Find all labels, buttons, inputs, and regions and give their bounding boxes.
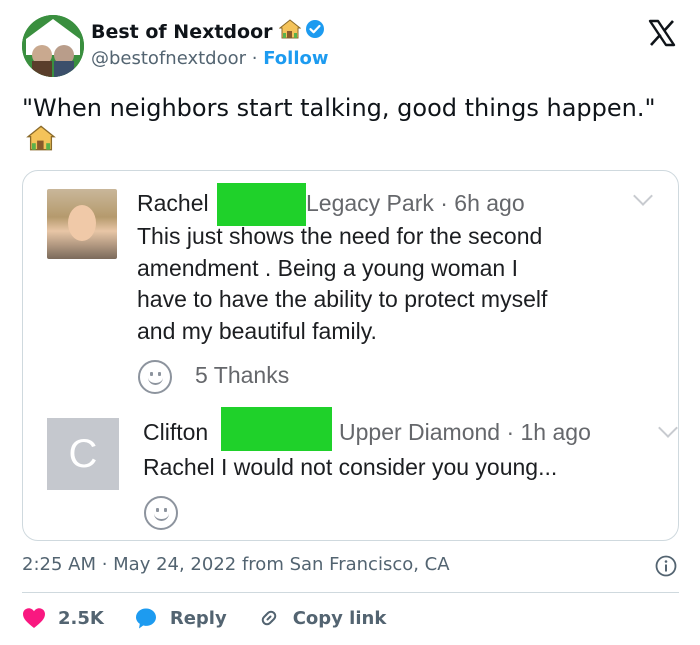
- copy-link-label: Copy link: [292, 607, 387, 629]
- action-bar: 2.5K Reply Copy link: [22, 605, 416, 631]
- comment1-author: Rachel: [137, 190, 209, 216]
- reply-button[interactable]: Reply: [134, 606, 227, 630]
- x-logo-icon[interactable]: [647, 18, 677, 48]
- comment1-thanks: 5 Thanks: [195, 362, 290, 388]
- author-name-row: Best of Nextdoor: [91, 19, 325, 44]
- rachel-avatar: [47, 189, 117, 259]
- info-icon[interactable]: [655, 555, 677, 577]
- redaction-block: [217, 183, 306, 226]
- redaction-block: [221, 407, 332, 451]
- comment1-line: have to have the ability to protect myse…: [137, 286, 548, 312]
- chevron-down-icon: [633, 186, 653, 206]
- house-emoji-icon: [26, 125, 56, 159]
- author-avatar[interactable]: [22, 15, 84, 77]
- comment1-line: and my beautiful family.: [137, 317, 377, 344]
- comment1-line: amendment . Being a young woman I: [137, 254, 519, 281]
- author-handle[interactable]: @bestofnextdoor: [91, 48, 246, 69]
- comment1-line: This just shows the need for the second: [137, 223, 543, 249]
- comment2-meta: Upper Diamond · 1h ago: [339, 419, 591, 445]
- comment2-body: Rachel I would not consider you young...: [143, 454, 558, 480]
- copy-link-button[interactable]: Copy link: [257, 606, 387, 630]
- like-button[interactable]: 2.5K: [22, 607, 104, 629]
- heart-icon: [23, 608, 45, 628]
- smiley-icon: [138, 360, 172, 394]
- link-icon: [261, 610, 276, 626]
- embedded-screenshot[interactable]: Rachel Legacy Park · 6h ago This just sh…: [22, 170, 679, 541]
- verified-badge-icon: [305, 19, 325, 44]
- comment1-meta: Legacy Park · 6h ago: [306, 190, 525, 216]
- reply-bubble-icon: [135, 608, 156, 629]
- smiley-icon: [144, 496, 178, 530]
- tweet-text: "When neighbors start talking, good thin…: [22, 93, 662, 159]
- avatar-letter: C: [68, 431, 98, 476]
- author-name[interactable]: Best of Nextdoor: [91, 21, 273, 43]
- tweet-text-content: "When neighbors start talking, good thin…: [22, 94, 656, 122]
- divider: [22, 592, 679, 593]
- house-emoji-icon: [278, 19, 301, 44]
- tweet-timestamp[interactable]: 2:25 AM · May 24, 2022 from San Francisc…: [22, 554, 450, 575]
- handle-row: @bestofnextdoor · Follow: [91, 48, 329, 69]
- handle-separator: ·: [251, 48, 258, 69]
- follow-button[interactable]: Follow: [263, 48, 328, 69]
- comment2-author: Clifton: [143, 419, 209, 445]
- clifton-avatar: C: [47, 418, 119, 490]
- chevron-down-icon: [658, 418, 678, 438]
- comment1-body: This just shows the need for the second …: [137, 221, 657, 347]
- reply-label: Reply: [169, 607, 227, 629]
- like-count: 2.5K: [58, 607, 104, 629]
